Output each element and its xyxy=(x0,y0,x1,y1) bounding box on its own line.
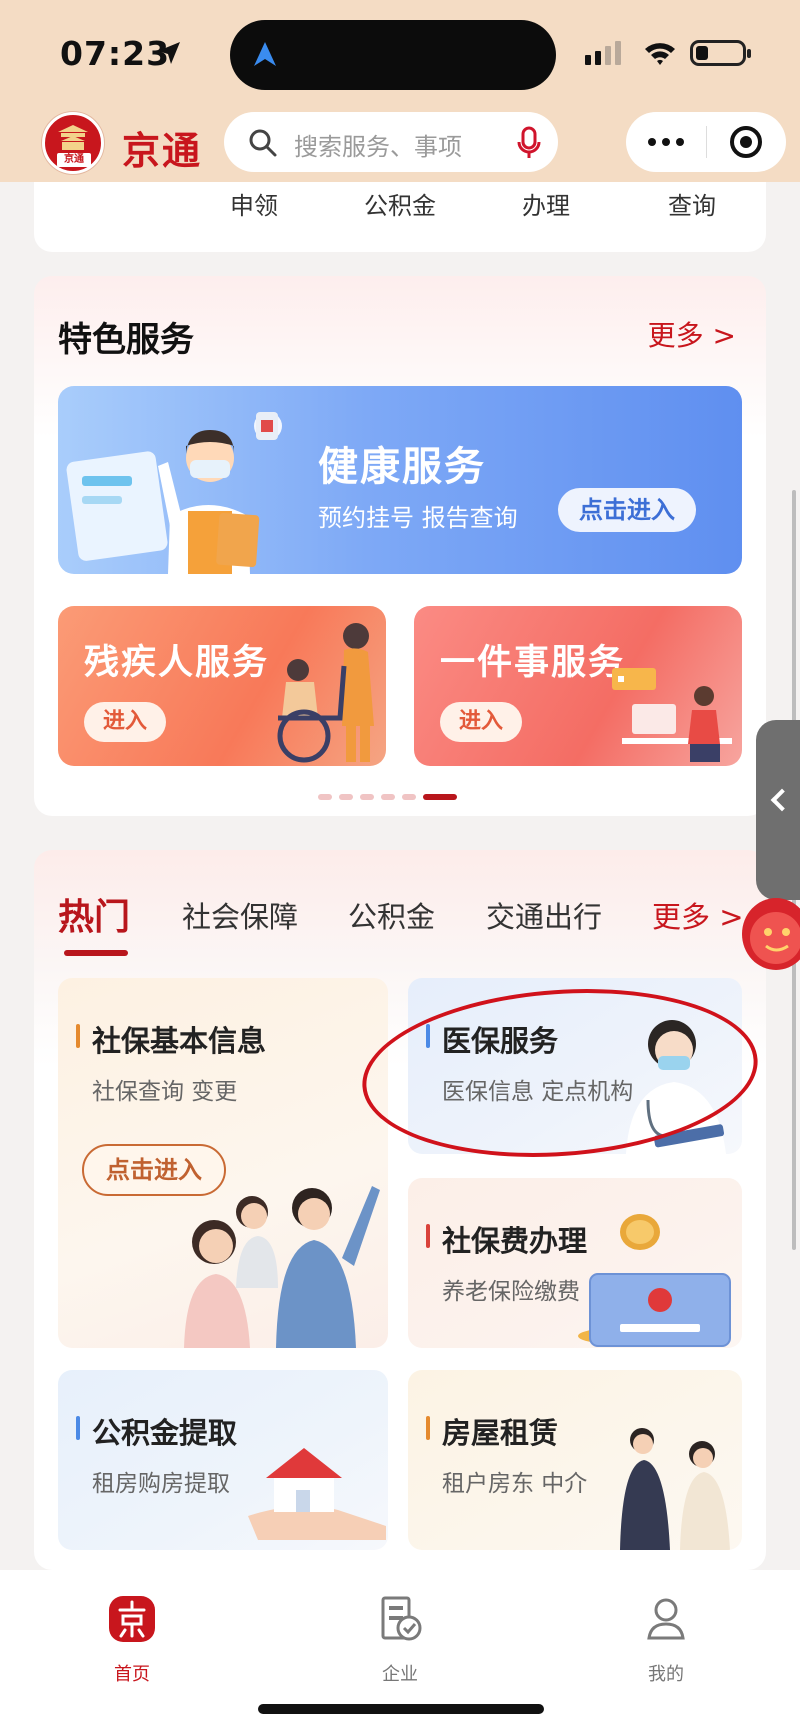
bottom-navigation: 首页 企业 我的 xyxy=(0,1570,800,1715)
accent-bar xyxy=(76,1024,80,1048)
tab-hot[interactable]: 热门 xyxy=(58,888,130,940)
search-icon xyxy=(249,129,277,157)
quick-item-label[interactable]: 公积金 xyxy=(364,186,436,221)
accent-bar xyxy=(76,1416,80,1440)
person-icon xyxy=(647,1598,685,1640)
featured-services-section: 特色服务 更多 > 健康服务 预约挂号 报告查询 点击进入 残疾人服务 进入 一… xyxy=(34,276,766,816)
featured-more-link[interactable]: 更多 > xyxy=(648,314,736,354)
home-jing-icon xyxy=(109,1596,155,1642)
tiananmen-icon xyxy=(58,125,88,150)
top-bar: 07:23 京通 京通 搜索服务、事项 xyxy=(0,0,800,182)
nav-label: 首页 xyxy=(114,1664,150,1685)
realtor-illustration-icon xyxy=(620,1428,730,1550)
side-collapse-tab[interactable] xyxy=(756,720,800,900)
nav-home[interactable]: 首页 xyxy=(62,1594,202,1685)
service-subtitle: 租房购房提取 xyxy=(92,1471,230,1497)
cellular-signal-icon xyxy=(585,41,621,65)
service-title: 社保费办理 xyxy=(442,1224,588,1258)
hot-more-link[interactable]: 更多 > xyxy=(652,894,744,936)
location-arrow-icon xyxy=(158,42,180,64)
tab-transport[interactable]: 交通出行 xyxy=(486,894,602,936)
quick-item-label[interactable]: 申领 xyxy=(230,186,278,221)
microphone-icon[interactable] xyxy=(516,126,542,160)
more-options-icon[interactable] xyxy=(648,138,684,146)
social-insurance-fee-card[interactable]: 社保费办理 养老保险缴费 xyxy=(408,1178,742,1348)
quick-service-card: 申领 公积金 办理 查询 xyxy=(34,182,766,252)
mascot-icon[interactable] xyxy=(736,892,800,976)
nav-label: 我的 xyxy=(648,1664,684,1685)
quick-item-label[interactable]: 办理 xyxy=(522,186,570,221)
health-subtitle: 预约挂号 报告查询 xyxy=(318,504,518,532)
miniprogram-capsule xyxy=(626,112,786,172)
service-subtitle: 社保查询 变更 xyxy=(92,1079,238,1105)
pager-dot xyxy=(360,794,374,800)
close-miniprogram-icon[interactable] xyxy=(730,126,762,158)
tab-social-security[interactable]: 社会保障 xyxy=(182,894,298,936)
nav-mine[interactable]: 我的 xyxy=(596,1594,736,1685)
search-placeholder: 搜索服务、事项 xyxy=(294,133,462,161)
app-name: 京通 xyxy=(122,129,203,173)
social-security-card-icon xyxy=(578,1214,731,1347)
disability-service-card[interactable]: 残疾人服务 进入 xyxy=(58,606,386,766)
health-service-banner[interactable]: 健康服务 预约挂号 报告查询 点击进入 xyxy=(58,386,742,574)
quick-item-label[interactable]: 查询 xyxy=(668,186,716,221)
accent-bar xyxy=(426,1224,430,1248)
wifi-icon xyxy=(645,43,675,65)
pager-dot xyxy=(318,794,332,800)
service-subtitle: 租户房东 中介 xyxy=(442,1471,588,1497)
jingtong-logo: 京通 xyxy=(42,112,104,174)
pager-dot xyxy=(381,794,395,800)
pager-dot-active xyxy=(423,794,457,800)
house-rental-card[interactable]: 房屋租赁 租户房东 中介 xyxy=(408,1370,742,1550)
status-time: 07:23 xyxy=(60,34,171,73)
section-title: 特色服务 xyxy=(58,320,194,360)
pager-dot xyxy=(339,794,353,800)
pager-dot xyxy=(402,794,416,800)
service-subtitle: 养老保险缴费 xyxy=(442,1279,580,1305)
nav-label: 企业 xyxy=(382,1664,418,1685)
enterprise-icon xyxy=(381,1596,422,1641)
battery-icon xyxy=(690,40,751,66)
service-title: 房屋租赁 xyxy=(442,1416,559,1450)
health-enter-button[interactable]: 点击进入 xyxy=(558,488,696,532)
disability-service-title: 残疾人服务 xyxy=(84,643,270,683)
office-worker-illustration-icon xyxy=(612,668,732,762)
tab-housing-fund[interactable]: 公积金 xyxy=(348,894,435,936)
disability-enter-button[interactable]: 进入 xyxy=(84,702,166,742)
one-thing-service-card[interactable]: 一件事服务 进入 xyxy=(414,606,742,766)
one-thing-enter-button[interactable]: 进入 xyxy=(440,702,522,742)
service-title: 公积金提取 xyxy=(92,1416,238,1450)
logo-text: 京通 xyxy=(57,153,91,167)
dynamic-island xyxy=(230,20,556,90)
navigation-arrow-icon xyxy=(254,42,276,66)
health-title: 健康服务 xyxy=(318,444,486,490)
capsule-divider xyxy=(706,126,707,158)
service-title: 社保基本信息 xyxy=(92,1024,267,1058)
wheelchair-illustration-icon xyxy=(277,623,374,763)
nav-enterprise[interactable]: 企业 xyxy=(330,1594,470,1685)
social-insurance-info-card[interactable]: 社保基本信息 社保查询 变更 点击进入 xyxy=(58,978,388,1348)
carousel-pager xyxy=(318,794,457,800)
active-tab-indicator xyxy=(64,950,128,956)
search-box[interactable]: 搜索服务、事项 xyxy=(224,112,558,172)
accent-bar xyxy=(426,1416,430,1440)
house-in-hand-icon xyxy=(248,1448,386,1540)
family-illustration-icon xyxy=(184,1186,380,1348)
housing-fund-withdraw-card[interactable]: 公积金提取 租房购房提取 xyxy=(58,1370,388,1550)
doctor-illustration-icon xyxy=(66,412,282,574)
one-thing-service-title: 一件事服务 xyxy=(440,643,626,683)
home-indicator xyxy=(258,1704,544,1714)
hot-services-section: 热门 社会保障 公积金 交通出行 更多 > 社保基本信息 社保查询 变更 点击进… xyxy=(34,850,766,1570)
